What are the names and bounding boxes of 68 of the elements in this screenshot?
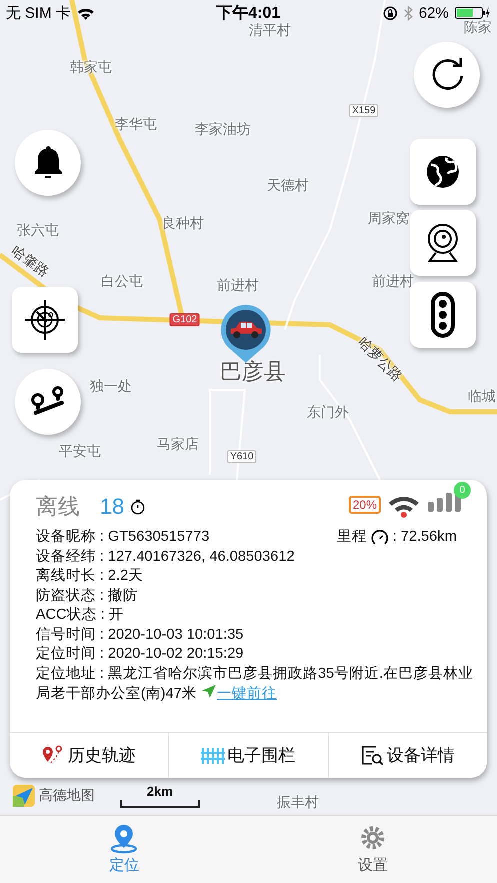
traffic-light-icon [430,292,456,338]
webcam-button[interactable] [410,210,476,276]
road-number-sign: G102 [170,314,200,326]
mileage-value: : 72.56km [392,528,457,547]
location-pin-icon [110,824,138,854]
bell-button[interactable] [15,130,81,196]
tab-item[interactable]: 设置 [248,816,497,883]
address-text: 定位地址 : 黑龙江省哈尔滨市巴彦县拥政路35号附近.在巴彦县林业局老干部办公室(南)47米 一键前往 [36,664,474,704]
info-row-text: 设备昵称 : GT5630515773 [36,528,210,547]
document-search-icon [360,745,385,766]
bluetooth-icon [404,6,413,20]
battery-level: 20% [348,496,381,514]
clock-time: 下午4:01 [216,4,281,24]
place-name: 良种村 [162,215,204,233]
place-name: 振丰村 [277,794,319,812]
battery-percent: 62% [418,4,449,22]
place-name: 平安屯 [59,443,101,461]
place-name: 清平村 [249,22,291,40]
action-button[interactable]: 历史轨迹 [10,733,168,778]
route-pins-icon [30,386,66,418]
globe-icon [425,154,461,190]
scale-label: 2km [146,784,174,799]
wifi-icon [77,6,96,20]
crosshair-button[interactable] [12,287,78,353]
route-pins-button[interactable] [15,369,81,435]
info-row-text: 信号时间 : 2020-10-03 10:01:35 [36,626,244,644]
place-name: 李华屯 [115,116,157,134]
globe-button[interactable] [410,139,476,205]
info-row-text: ACC状态 : 开 [36,606,124,625]
send-arrow-icon [201,684,218,698]
webcam-icon [425,223,461,263]
place-name: 李家油坊 [195,121,251,139]
status-text: 离线 [36,497,80,517]
info-row-text: 防盗状态 : 撤防 [36,586,138,606]
signal-badge: 0 [454,482,471,499]
road-number-sign: Y610 [227,450,257,464]
place-name: 天德村 [267,177,309,195]
place-name: 东门外 [307,404,349,422]
place-name: 马家店 [157,436,199,454]
crosshair-icon [25,300,65,340]
stopwatch-icon [130,499,146,515]
carrier-text: 无 SIM 卡 [6,4,72,22]
action-button[interactable]: 电子围栏 [168,733,328,778]
place-name: 独一处 [90,378,132,396]
place-name: 周家窝 [368,210,410,228]
place-name: 陈家 [464,19,492,37]
refresh-button[interactable] [414,42,480,108]
count-value: 18 [100,497,124,517]
fence-icon [201,745,226,766]
place-name: 巴彦县 [220,358,286,386]
mileage-label: 里程 [336,528,367,547]
map-attribution: 高德地图 [39,787,95,805]
info-row-text: 离线时长 : 2.2天 [36,567,144,586]
info-row-text: 设备经纬 : 127.40167326, 46.08503612 [36,548,295,566]
place-name: 张六屯 [17,222,59,240]
action-button[interactable]: 设备详情 [328,733,487,778]
rotation-lock-icon [382,6,398,20]
place-name: 前进村 [217,277,259,295]
road-name: 哈肇路 [8,242,52,282]
speedometer-icon [370,528,389,547]
map-logo-icon [13,785,35,807]
place-name: 前进村 [372,273,414,291]
road-number-sign: X159 [349,104,379,118]
place-name: 白公屯 [101,273,143,291]
place-name: 临城 [468,388,496,406]
battery-charging-icon [455,6,491,20]
road-name: 哈萝公路 [354,334,406,386]
info-row-text: 定位时间 : 2020-10-02 20:15:29 [36,645,244,664]
